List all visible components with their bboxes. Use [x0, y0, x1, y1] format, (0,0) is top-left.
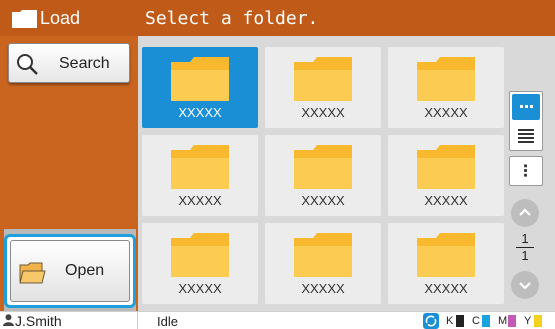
chevron-up-icon	[519, 208, 531, 216]
ink-label: M	[498, 315, 508, 327]
page-up-button[interactable]	[511, 199, 539, 227]
folder-grid: XXXXX XXXXX XXXXX XXXXX XXXXX XXXXX XXXXX XXXXX…	[142, 47, 504, 304]
folder-name: XXXXX	[178, 193, 222, 208]
main-header: Select a folder.	[138, 0, 555, 36]
machine-status: Idle	[157, 314, 178, 329]
status-bar: J.Smith Idle K C M Y	[0, 311, 555, 329]
page-down-button[interactable]	[511, 271, 539, 299]
open-button[interactable]: Open	[10, 240, 130, 302]
folder-icon	[171, 145, 229, 189]
folder-tile[interactable]: XXXXX	[388, 223, 504, 304]
connection-status-icon	[423, 313, 439, 329]
tile-view-button[interactable]	[512, 94, 540, 120]
folder-tile[interactable]: XXXXX	[388, 135, 504, 216]
ink-level-swatch	[456, 315, 464, 327]
folder-tile[interactable]: XXXXX	[142, 223, 258, 304]
folder-name: XXXXX	[178, 281, 222, 296]
list-view-button[interactable]	[512, 122, 540, 148]
folder-name: XXXXX	[301, 281, 345, 296]
folder-tile[interactable]: XXXXX	[265, 47, 381, 128]
sidebar: Load Search Open	[0, 0, 138, 311]
page-indicator: 1 1	[511, 232, 539, 266]
list-view-icon	[518, 129, 534, 143]
open-button-focus[interactable]: Open	[4, 234, 136, 308]
folder-icon	[294, 233, 352, 277]
folder-tile[interactable]: XXXXX	[142, 47, 258, 128]
status-divider	[137, 312, 138, 329]
folder-tile[interactable]: XXXXX	[265, 135, 381, 216]
ink-label: K	[446, 315, 454, 327]
folder-icon	[171, 57, 229, 101]
chevron-down-icon	[519, 282, 531, 290]
view-mode-group	[509, 91, 543, 151]
ink-label: Y	[524, 315, 532, 327]
sidebar-title: Load	[40, 8, 81, 28]
folder-panel: XXXXX XXXXX XXXXX XXXXX XXXXX XXXXX XXXXX XXXXX…	[138, 36, 555, 311]
folder-icon	[417, 233, 475, 277]
refresh-icon	[425, 315, 437, 327]
folder-icon	[417, 57, 475, 101]
folder-tile[interactable]: XXXXX	[388, 47, 504, 128]
folder-name: XXXXX	[301, 193, 345, 208]
folder-name: XXXXX	[424, 281, 468, 296]
user-name: J.Smith	[15, 313, 62, 329]
ink-level-swatch	[482, 315, 490, 327]
folder-tile[interactable]: XXXXX	[142, 135, 258, 216]
folder-icon	[294, 57, 352, 101]
folder-icon	[417, 145, 475, 189]
open-button-label: Open	[65, 262, 105, 279]
ink-level-swatch	[534, 315, 542, 327]
folder-name: XXXXX	[424, 193, 468, 208]
search-icon	[17, 54, 38, 75]
folder-icon	[294, 145, 352, 189]
folder-icon	[171, 233, 229, 277]
page-current: 1	[521, 231, 529, 246]
folder-name: XXXXX	[301, 105, 345, 120]
search-button-label: Search	[59, 55, 110, 72]
more-options-button[interactable]	[509, 156, 543, 186]
folder-name: XXXXX	[424, 105, 468, 120]
page-total: 1	[521, 248, 529, 263]
page-title: Select a folder.	[145, 8, 319, 29]
sidebar-header: Load	[0, 0, 138, 36]
ink-level-swatch	[508, 315, 516, 327]
folder-tile[interactable]: XXXXX	[265, 223, 381, 304]
search-button[interactable]: Search	[8, 43, 130, 83]
more-vertical-icon	[524, 164, 527, 177]
folder-icon	[12, 10, 37, 28]
open-folder-icon	[19, 262, 46, 284]
folder-name: XXXXX	[178, 105, 222, 120]
grid-view-icon	[520, 105, 533, 108]
user-icon	[3, 314, 14, 326]
ink-label: C	[472, 315, 480, 327]
